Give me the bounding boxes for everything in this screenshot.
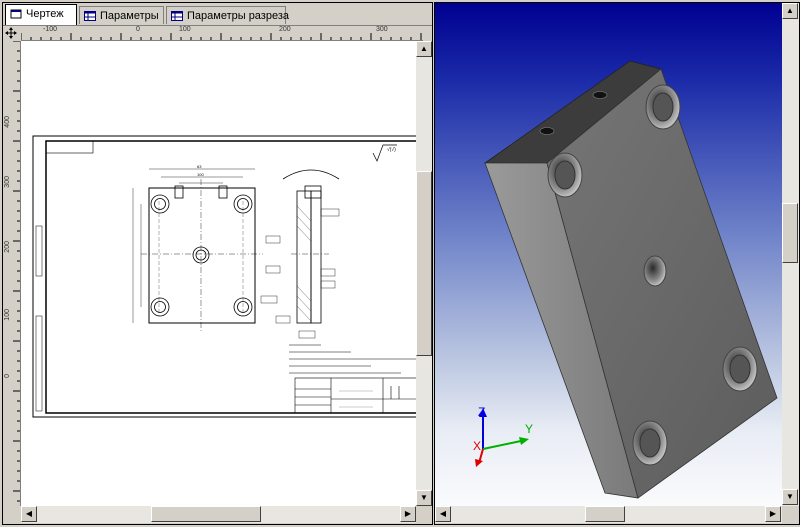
plate-3d-model	[475, 60, 778, 499]
tab-section-parameters[interactable]: Параметры разреза	[166, 6, 290, 24]
technical-drawing-sheet: √(√) 63 100	[32, 135, 416, 418]
svg-text:100: 100	[197, 172, 204, 177]
ruler-top-tick-label: 200	[279, 26, 291, 33]
ruler-left-tick-label: 100	[4, 309, 11, 321]
tab-drawing-label: Чертеж	[26, 8, 64, 20]
ruler-top-tick-label: -100	[43, 26, 58, 33]
ruler-top-tick-label: 300	[376, 26, 388, 33]
scroll-down-button[interactable]: ▼	[416, 490, 432, 506]
z-axis-label: Z	[478, 405, 486, 419]
ruler-origin-handle[interactable]	[3, 26, 20, 40]
scroll-up-button[interactable]: ▲	[416, 41, 432, 57]
ruler-left-tick-label: 200	[4, 241, 11, 253]
crosshair-icon	[5, 27, 17, 39]
viewport-horizontal-scrollbar[interactable]: ◀ ▶	[435, 506, 782, 523]
drawing-horizontal-scrollbar[interactable]: ◀ ▶	[21, 506, 416, 523]
x-axis-label: X	[473, 439, 482, 453]
scroll-right-button[interactable]: ▶	[400, 506, 416, 522]
tab-section-parameters-label: Параметры разреза	[187, 10, 290, 22]
y-axis-label: Y	[525, 422, 534, 436]
table-icon	[171, 11, 183, 21]
ruler-vertical: 400 300 200 100 0	[3, 41, 21, 506]
model-3d-viewport[interactable]: Z Y X	[435, 3, 782, 506]
tab-parameters[interactable]: Параметры	[79, 6, 164, 24]
tab-parameters-label: Параметры	[100, 10, 159, 22]
drawing-vertical-scrollbar[interactable]: ▲ ▼	[416, 41, 432, 506]
size-grip[interactable]	[782, 506, 799, 523]
ruler-left-tick-label: 300	[4, 176, 11, 188]
scroll-left-button[interactable]: ◀	[435, 506, 451, 522]
scroll-thumb[interactable]	[585, 506, 625, 522]
scroll-thumb[interactable]	[782, 203, 798, 263]
ruler-top-tick-label: 0	[136, 26, 140, 33]
ruler-left-tick-label: 400	[4, 116, 11, 128]
drawing-sheet-icon	[10, 9, 22, 19]
svg-text:63: 63	[197, 164, 202, 169]
model-3d-pane: Z Y X ▲ ▼ ◀ ▶	[434, 2, 800, 525]
tab-drawing[interactable]: Чертеж	[5, 4, 77, 25]
scroll-thumb[interactable]	[151, 506, 261, 522]
y-axis	[482, 440, 522, 450]
ruler-left-tick-label: 0	[4, 374, 11, 378]
svg-text:√(√): √(√)	[387, 146, 396, 153]
scroll-thumb[interactable]	[416, 171, 432, 356]
scroll-up-button[interactable]: ▲	[782, 3, 798, 19]
viewport-vertical-scrollbar[interactable]: ▲ ▼	[782, 3, 799, 506]
app-window: Чертеж Параметры Параметры разреза -100 …	[0, 0, 800, 527]
ruler-horizontal: -100 0 100 200 300	[21, 26, 423, 41]
table-icon	[84, 11, 96, 21]
scroll-left-button[interactable]: ◀	[21, 506, 37, 522]
drawing-pane: Чертеж Параметры Параметры разреза -100 …	[2, 2, 433, 525]
ruler-top-tick-label: 100	[179, 26, 191, 33]
drawing-canvas[interactable]: √(√) 63 100	[21, 41, 416, 506]
scroll-right-button[interactable]: ▶	[765, 506, 781, 522]
scroll-down-button[interactable]: ▼	[782, 489, 798, 505]
tab-bar: Чертеж Параметры Параметры разреза	[3, 3, 432, 26]
